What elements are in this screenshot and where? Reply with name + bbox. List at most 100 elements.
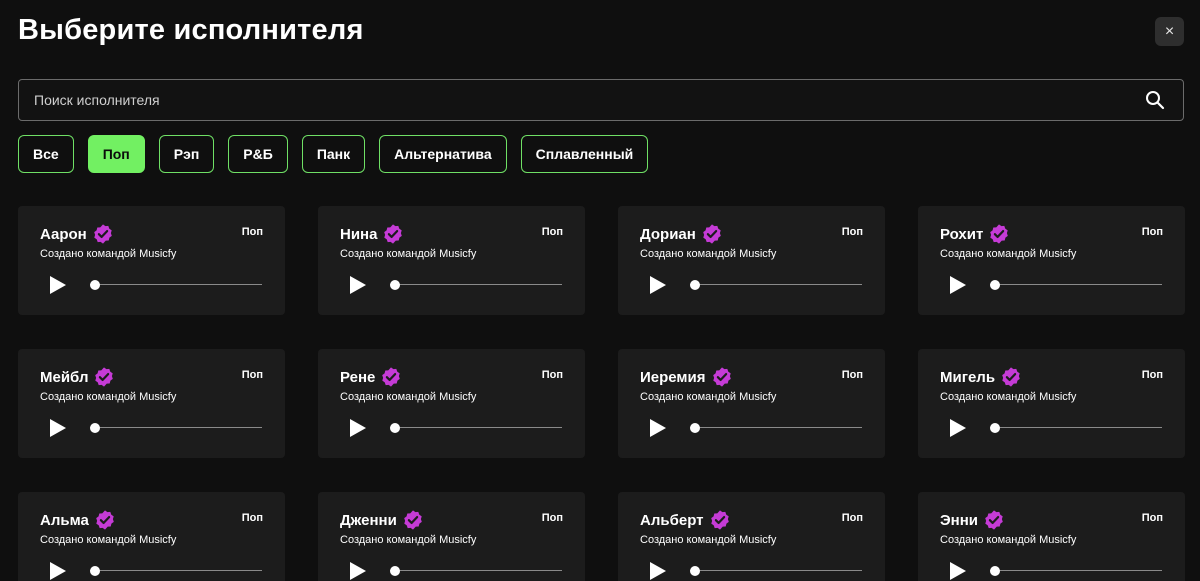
artist-name: Дженни (340, 511, 397, 529)
artist-name: Альберт (640, 511, 704, 529)
progress-handle[interactable] (990, 280, 1000, 290)
genre-filter-chip[interactable]: Альтернатива (379, 135, 507, 173)
genre-filter-chip[interactable]: Р&Б (228, 135, 288, 173)
play-icon[interactable] (349, 275, 367, 295)
progress-track (390, 427, 562, 428)
progress-handle[interactable] (690, 423, 700, 433)
playback-progress-slider[interactable] (90, 422, 262, 434)
artist-card[interactable]: Нина Поп Создано командой Musicfy (318, 206, 585, 315)
close-icon: × (1164, 22, 1175, 40)
artist-name: Мейбл (40, 368, 89, 386)
playback-progress-slider[interactable] (690, 422, 862, 434)
play-icon[interactable] (349, 561, 367, 581)
genre-filter-chip[interactable]: Сплавленный (520, 135, 649, 173)
artist-card[interactable]: Иеремия Поп Создано командой Musicfy (618, 349, 885, 458)
play-icon[interactable] (49, 275, 67, 295)
play-icon[interactable] (949, 418, 967, 438)
artist-credit-text: Создано командой Musicfy (640, 248, 777, 260)
progress-handle[interactable] (390, 566, 400, 576)
artist-name-row: Энни (940, 509, 1005, 531)
verified-badge-icon (95, 367, 114, 387)
search-icon[interactable] (1135, 80, 1175, 120)
playback-progress-slider[interactable] (90, 279, 262, 291)
artist-genre-label: Поп (241, 512, 263, 524)
genre-filter-chip[interactable]: Панк (301, 135, 366, 173)
play-icon[interactable] (649, 418, 667, 438)
artist-card[interactable]: Рене Поп Создано командой Musicfy (318, 349, 585, 458)
progress-track (90, 570, 262, 571)
play-icon[interactable] (949, 561, 967, 581)
artist-credit-text: Создано командой Musicfy (940, 534, 1077, 546)
genre-filter-chip[interactable]: Рэп (158, 135, 215, 173)
artist-credit-text: Создано командой Musicfy (340, 534, 477, 546)
artist-credit-text: Создано командой Musicfy (40, 248, 177, 260)
playback-progress-slider[interactable] (390, 565, 562, 577)
artist-genre-label: Поп (841, 369, 863, 381)
progress-track (990, 284, 1162, 285)
artist-card[interactable]: Мейбл Поп Создано командой Musicfy (18, 349, 285, 458)
artist-name-row: Дженни (340, 509, 424, 531)
artist-name-row: Рене (340, 366, 402, 388)
artist-credit-text: Создано командой Musicfy (340, 248, 477, 260)
playback-progress-slider[interactable] (690, 565, 862, 577)
artist-card[interactable]: Альберт Поп Создано командой Musicfy (618, 492, 885, 581)
verified-badge-icon (93, 224, 112, 244)
artist-card[interactable]: Аарон Поп Создано командой Musicfy (18, 206, 285, 315)
progress-track (690, 427, 862, 428)
verified-badge-icon (990, 224, 1009, 244)
progress-track (990, 427, 1162, 428)
progress-track (690, 284, 862, 285)
artist-name: Нина (340, 225, 378, 243)
artist-name-row: Мейбл (40, 366, 115, 388)
progress-handle[interactable] (390, 423, 400, 433)
artist-name-row: Альберт (640, 509, 731, 531)
artist-card[interactable]: Дориан Поп Создано командой Musicfy (618, 206, 885, 315)
search-input[interactable] (19, 80, 1135, 120)
play-icon[interactable] (49, 561, 67, 581)
artist-name: Альма (40, 511, 89, 529)
artist-credit-text: Создано командой Musicfy (40, 534, 177, 546)
artist-card[interactable]: Дженни Поп Создано командой Musicfy (318, 492, 585, 581)
playback-progress-slider[interactable] (990, 422, 1162, 434)
play-icon[interactable] (649, 561, 667, 581)
genre-filter-chip[interactable]: Все (18, 135, 74, 173)
play-icon[interactable] (949, 275, 967, 295)
artist-card[interactable]: Рохит Поп Создано командой Musicfy (918, 206, 1185, 315)
playback-progress-slider[interactable] (390, 422, 562, 434)
progress-track (990, 570, 1162, 571)
artist-genre-label: Поп (1141, 369, 1163, 381)
playback-progress-slider[interactable] (990, 279, 1162, 291)
artist-name: Дориан (640, 225, 696, 243)
playback-progress-slider[interactable] (990, 565, 1162, 577)
close-button[interactable]: × (1155, 17, 1184, 46)
playback-progress-slider[interactable] (390, 279, 562, 291)
play-icon[interactable] (649, 275, 667, 295)
progress-handle[interactable] (990, 566, 1000, 576)
playback-progress-slider[interactable] (90, 565, 262, 577)
progress-handle[interactable] (690, 280, 700, 290)
progress-handle[interactable] (990, 423, 1000, 433)
progress-handle[interactable] (690, 566, 700, 576)
progress-handle[interactable] (90, 280, 100, 290)
genre-filter-bar: Все Поп Рэп Р&Б Панк Альтернатива Сплавленный (18, 135, 649, 173)
play-icon[interactable] (349, 418, 367, 438)
verified-badge-icon (985, 510, 1003, 530)
artist-name-row: Дориан (640, 223, 723, 245)
artist-grid: Аарон Поп Создано командой Musicfy Нина … (18, 206, 1185, 581)
artist-genre-label: Поп (241, 226, 263, 238)
artist-credit-text: Создано командой Musicfy (940, 391, 1077, 403)
artist-card[interactable]: Энни Поп Создано командой Musicfy (918, 492, 1185, 581)
verified-badge-icon (703, 224, 721, 244)
playback-progress-slider[interactable] (690, 279, 862, 291)
artist-name: Рохит (940, 225, 984, 243)
artist-card[interactable]: Альма Поп Создано командой Musicfy (18, 492, 285, 581)
progress-handle[interactable] (90, 423, 100, 433)
artist-credit-text: Создано командой Musicfy (340, 391, 477, 403)
play-icon[interactable] (49, 418, 67, 438)
genre-filter-chip[interactable]: Поп (87, 135, 145, 173)
progress-handle[interactable] (390, 280, 400, 290)
progress-handle[interactable] (90, 566, 100, 576)
verified-badge-icon (1002, 367, 1020, 387)
artist-card[interactable]: Мигель Поп Создано командой Musicfy (918, 349, 1185, 458)
verified-badge-icon (710, 510, 729, 530)
